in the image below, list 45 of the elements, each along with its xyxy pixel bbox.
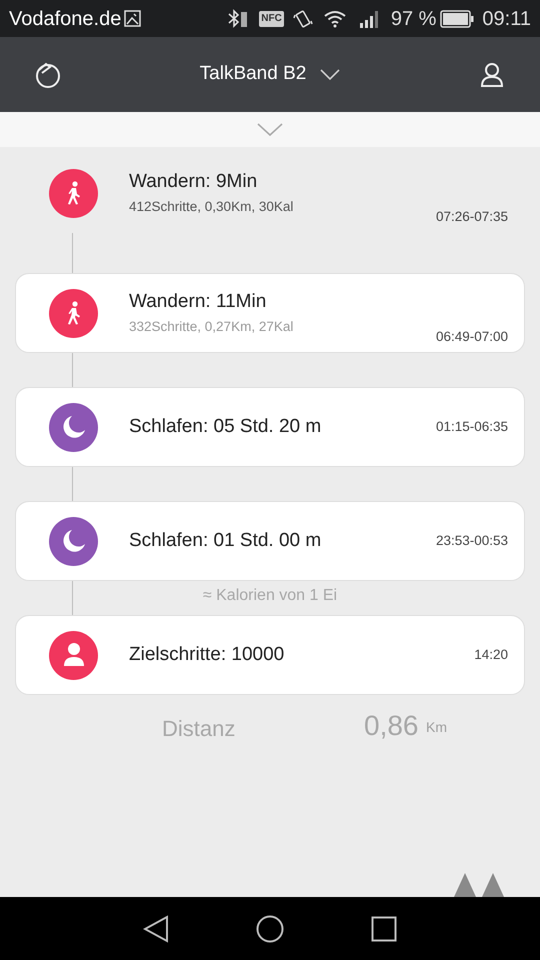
crescent-moon-icon [60, 414, 86, 440]
person-icon [62, 642, 86, 668]
wifi-icon [322, 8, 347, 28]
back-triangle-icon [143, 914, 170, 942]
clock: 09:11 [482, 6, 531, 32]
band-icon [34, 60, 62, 88]
battery-icon [440, 10, 474, 28]
chevron-down-icon [320, 68, 340, 80]
distance-label: Distanz [162, 715, 236, 743]
activity-time: 01:15-06:35 [436, 418, 508, 436]
activity-title: Wandern: 9Min [129, 170, 258, 194]
home-circle-icon [256, 914, 284, 942]
calories-note: ≈ Kalorien von 1 Ei [202, 586, 338, 606]
carrier-name: Vodafone.de [9, 6, 122, 32]
device-selector[interactable]: TalkBand B2 [200, 60, 340, 89]
activity-time: 07:26-07:35 [436, 208, 508, 226]
signal-icon [358, 8, 381, 28]
activity-time: 23:53-00:53 [436, 532, 508, 550]
recents-button[interactable] [370, 914, 398, 942]
activity-card[interactable]: Schlafen: 05 Std. 20 m 01:15-06:35 [15, 387, 525, 467]
band-sync-button[interactable] [34, 60, 62, 88]
activity-card[interactable]: Wandern: 11Min 332Schritte, 0,27Km, 27Kal 06:49-07:00 [15, 273, 525, 353]
distance-value: 0,86 [364, 709, 418, 743]
activity-title: Zielschritte: 10000 [129, 643, 286, 667]
back-button[interactable] [142, 914, 170, 942]
activity-time: 06:49-07:00 [436, 328, 508, 346]
nfc-icon: NFC [259, 10, 284, 26]
square-icon [370, 916, 397, 942]
activity-title: Schlafen: 05 Std. 20 m [129, 415, 322, 439]
profile-button[interactable] [478, 60, 506, 88]
vibrate-icon [292, 8, 313, 28]
activity-card[interactable]: Zielschritte: 10000 14:20 [15, 615, 525, 695]
activity-card[interactable]: Schlafen: 01 Std. 00 m 23:53-00:53 [15, 501, 525, 581]
activity-title: Wandern: 11Min [129, 290, 268, 314]
image-icon [124, 10, 142, 27]
activity-detail: 412Schritte, 0,30Km, 30Kal [129, 198, 294, 216]
crescent-moon-icon [60, 528, 86, 554]
distance-unit: Km [426, 718, 447, 737]
home-button[interactable] [254, 914, 285, 944]
activity-detail: 332Schritte, 0,27Km, 27Kal [129, 318, 294, 336]
activity-time: 14:20 [474, 646, 508, 664]
person-outline-icon [480, 62, 504, 88]
activity-title: Schlafen: 01 Std. 00 m [129, 529, 322, 553]
battery-percent: 97 % [390, 6, 436, 32]
activity-entry[interactable]: Wandern: 9Min 412Schritte, 0,30Km, 30Kal 07:26-07:35 [15, 153, 525, 233]
